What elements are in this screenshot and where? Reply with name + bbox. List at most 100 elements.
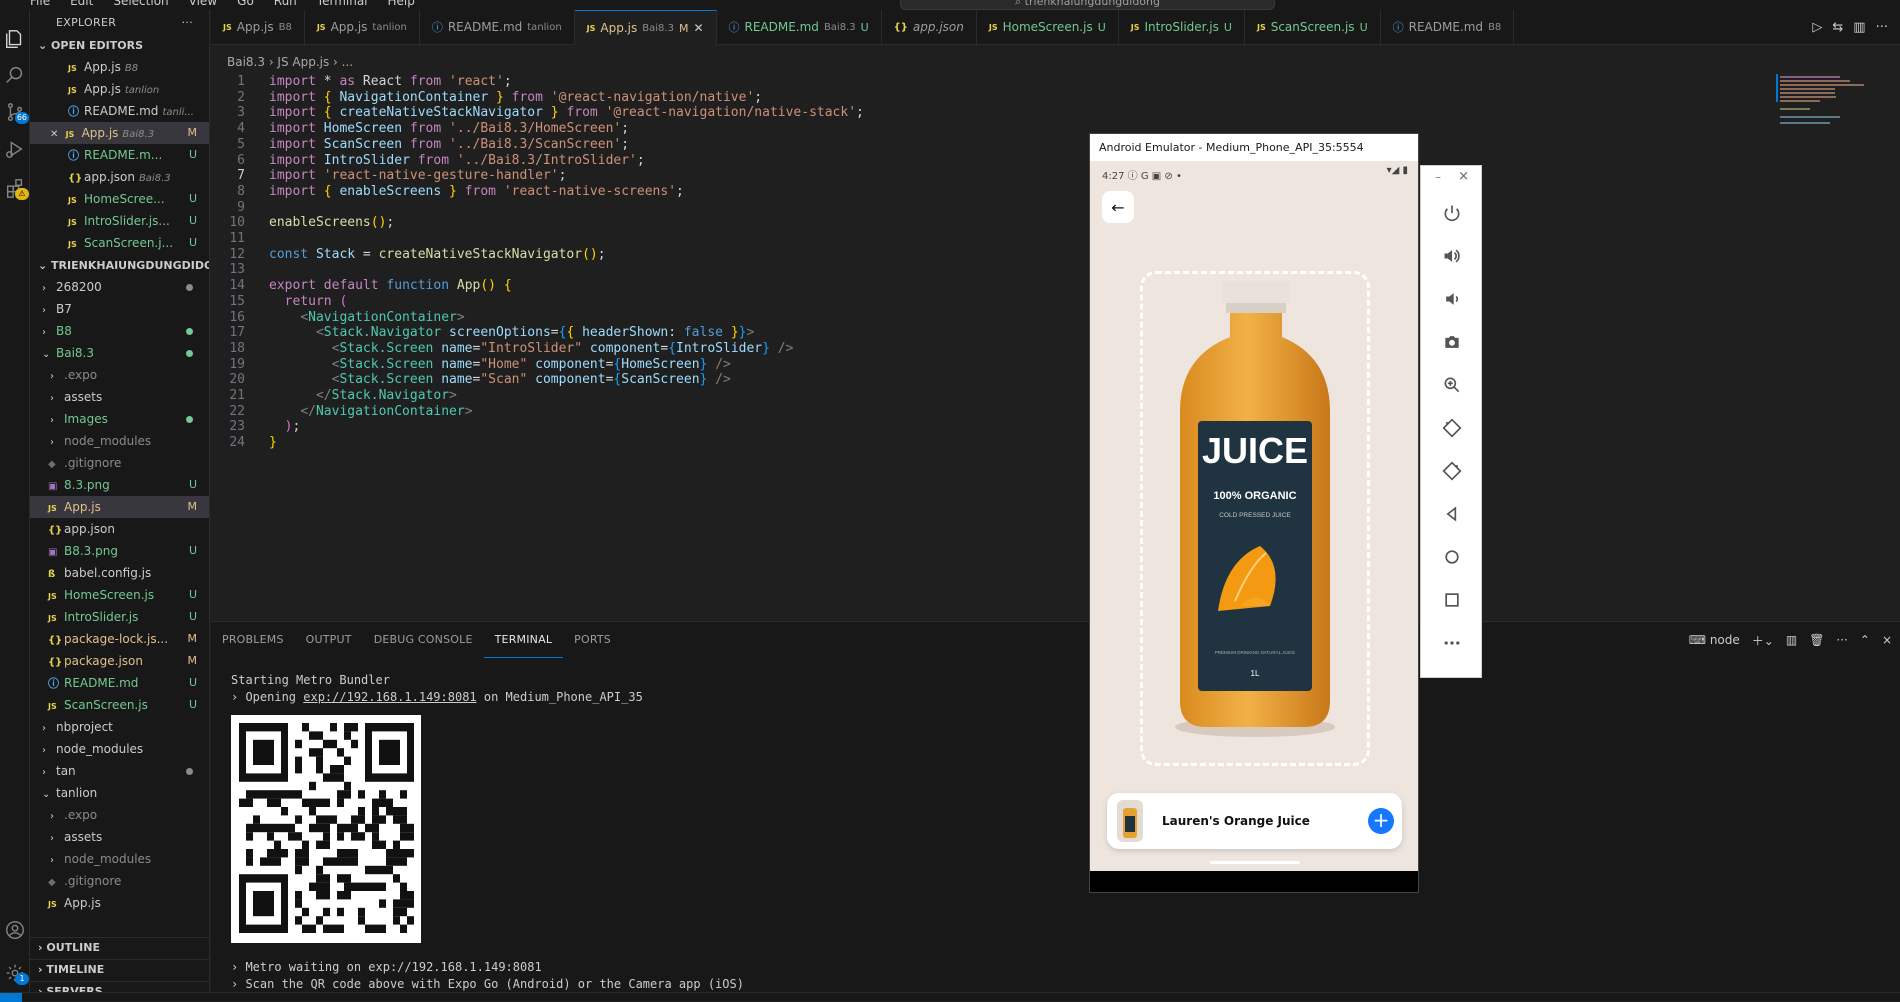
- editor-tab[interactable]: JS IntroSlider.js U: [1119, 10, 1245, 45]
- product-card[interactable]: Lauren's Orange Juice +: [1107, 793, 1402, 849]
- editor-tab[interactable]: JS App.js tanlion: [305, 10, 420, 45]
- account-icon[interactable]: [0, 915, 30, 945]
- folder-item[interactable]: › Images: [30, 408, 209, 430]
- folder-item[interactable]: › 268200: [30, 276, 209, 298]
- camera-icon[interactable]: [1421, 320, 1483, 364]
- manage-gear-icon[interactable]: 1: [0, 958, 30, 988]
- editor-tab[interactable]: JS ScanScreen.js U: [1245, 10, 1381, 45]
- minimap[interactable]: [1774, 72, 1900, 132]
- file-item[interactable]: JS HomeScreen.js U: [30, 584, 209, 606]
- terminal-output-top[interactable]: Starting Metro Bundler › Opening exp://19…: [231, 672, 643, 706]
- menu-item[interactable]: Go: [237, 0, 254, 8]
- command-center-search[interactable]: ⌕ trienkhaiungdungdidong: [900, 0, 1275, 10]
- panel-tab[interactable]: PROBLEMS: [211, 622, 295, 658]
- explorer-more-button[interactable]: ···: [182, 10, 193, 36]
- maximize-panel-icon[interactable]: ⌃: [1860, 633, 1870, 647]
- code-line[interactable]: 24}: [211, 433, 1771, 452]
- file-item[interactable]: JS IntroSlider.js U: [30, 606, 209, 628]
- open-editor-item[interactable]: JS HomeScree... U: [30, 188, 209, 210]
- folder-item[interactable]: › assets: [30, 826, 209, 848]
- volume-up-icon[interactable]: [1421, 234, 1483, 278]
- code-editor[interactable]: 1 import * as React from 'react'; 2 import …: [211, 72, 1771, 512]
- panel-tab[interactable]: TERMINAL: [483, 622, 564, 658]
- extensions-icon[interactable]: ⚠: [0, 173, 30, 203]
- power-icon[interactable]: [1421, 191, 1483, 235]
- file-item[interactable]: ▣ B8.3.png U: [30, 540, 209, 562]
- run-icon[interactable]: ▷: [1812, 20, 1822, 35]
- rotate-left-icon[interactable]: [1421, 406, 1483, 450]
- file-item[interactable]: ß babel.config.js: [30, 562, 209, 584]
- gesture-nav-bar[interactable]: [1210, 861, 1300, 864]
- folder-item[interactable]: › B7: [30, 298, 209, 320]
- file-item[interactable]: {} app.json: [30, 518, 209, 540]
- open-editor-item[interactable]: JS App.js tanlion: [30, 78, 209, 100]
- editor-tab[interactable]: ⓘ README.md tanlion: [420, 10, 575, 45]
- outline-section[interactable]: › OUTLINE: [30, 937, 210, 957]
- folder-item[interactable]: › nbproject: [30, 716, 209, 738]
- emulator-screen[interactable]: 4:27 ⓘ G ▣ ⊘ • ▾◢ ▮ ← JUICE 100% ORGANIC…: [1090, 161, 1418, 871]
- editor-tab[interactable]: ⓘ README.md Bai8.3 U: [717, 10, 882, 45]
- menu-item[interactable]: Terminal: [317, 0, 368, 8]
- file-item[interactable]: ▣ 8.3.png U: [30, 474, 209, 496]
- close-icon[interactable]: ✕: [693, 11, 703, 46]
- folder-item[interactable]: › tan: [30, 760, 209, 782]
- folder-item[interactable]: › node_modules: [30, 738, 209, 760]
- close-icon[interactable]: ✕: [50, 129, 62, 140]
- emulator-close-button[interactable]: ×: [1458, 169, 1469, 184]
- run-debug-icon[interactable]: [0, 134, 30, 164]
- terminal-link[interactable]: exp://192.168.1.149:8081: [303, 690, 476, 704]
- menu-item[interactable]: File: [30, 0, 50, 8]
- editor-tab[interactable]: {} app.json: [882, 10, 977, 45]
- breadcrumb[interactable]: Bai8.3 › JS App.js › ...: [227, 55, 353, 71]
- split-editor-icon[interactable]: ▥: [1853, 20, 1865, 35]
- editor-tab[interactable]: ⓘ README.md B8: [1381, 10, 1515, 45]
- file-item[interactable]: ⓘ README.md U: [30, 672, 209, 694]
- open-editor-item[interactable]: ⓘ README.md tanli...: [30, 100, 209, 122]
- panel-tab[interactable]: OUTPUT: [295, 622, 363, 658]
- panel-tab[interactable]: DEBUG CONSOLE: [363, 622, 484, 658]
- folder-item[interactable]: › .expo: [30, 804, 209, 826]
- timeline-section[interactable]: › TIMELINE: [30, 959, 210, 979]
- open-editor-item[interactable]: ⓘ README.m... U: [30, 144, 209, 166]
- open-editor-item[interactable]: {} app.json Bai8.3: [30, 166, 209, 188]
- open-editor-item[interactable]: JS ScanScreen.j... U: [30, 232, 209, 254]
- workspace-section[interactable]: ⌄ TRIENKHAIUNGDUNGDIDO...: [30, 256, 209, 276]
- volume-down-icon[interactable]: [1421, 277, 1483, 321]
- menu-item[interactable]: View: [189, 0, 217, 8]
- search-icon[interactable]: [0, 60, 30, 90]
- editor-tab[interactable]: JS App.js Bai8.3 M ✕: [574, 10, 717, 46]
- open-editors-section[interactable]: ⌄ OPEN EDITORS: [30, 36, 209, 56]
- menu-item[interactable]: Help: [388, 0, 415, 8]
- close-panel-icon[interactable]: ×: [1882, 633, 1892, 647]
- new-terminal-icon[interactable]: ＋⌄: [1752, 632, 1774, 649]
- rotate-right-icon[interactable]: [1421, 449, 1483, 493]
- file-item[interactable]: ◆ .gitignore: [30, 870, 209, 892]
- file-item[interactable]: JS App.js M: [30, 496, 209, 518]
- more-actions-icon[interactable]: ···: [1876, 20, 1888, 35]
- folder-item[interactable]: ⌄ Bai8.3: [30, 342, 209, 364]
- file-item[interactable]: ◆ .gitignore: [30, 452, 209, 474]
- trash-icon[interactable]: 🗑: [1809, 633, 1824, 647]
- menu-item[interactable]: Selection: [113, 0, 168, 8]
- folder-item[interactable]: ⌄ tanlion: [30, 782, 209, 804]
- more-options-icon[interactable]: [1421, 621, 1483, 665]
- menu-item[interactable]: Edit: [70, 0, 93, 8]
- file-item[interactable]: {} package.json M: [30, 650, 209, 672]
- folder-item[interactable]: › B8: [30, 320, 209, 342]
- split-terminal-icon[interactable]: ▥: [1786, 633, 1797, 647]
- zoom-icon[interactable]: [1421, 363, 1483, 407]
- more-actions-icon[interactable]: ···: [1836, 633, 1847, 647]
- terminal-shell-selector[interactable]: ⌨ node: [1689, 633, 1740, 647]
- nav-overview-icon[interactable]: [1421, 578, 1483, 622]
- menu-item[interactable]: Run: [274, 0, 297, 8]
- explorer-icon[interactable]: [0, 24, 30, 54]
- editor-tab[interactable]: JS HomeScreen.js U: [977, 10, 1119, 45]
- folder-item[interactable]: › node_modules: [30, 430, 209, 452]
- emulator-title[interactable]: Android Emulator - Medium_Phone_API_35:5…: [1090, 134, 1418, 161]
- file-item[interactable]: JS App.js: [30, 892, 209, 914]
- compare-icon[interactable]: ⇆: [1832, 20, 1843, 35]
- folder-item[interactable]: › .expo: [30, 364, 209, 386]
- open-editor-item[interactable]: JS App.js B8: [30, 56, 209, 78]
- emulator-minimize-button[interactable]: –: [1435, 170, 1441, 184]
- file-item[interactable]: JS ScanScreen.js U: [30, 694, 209, 716]
